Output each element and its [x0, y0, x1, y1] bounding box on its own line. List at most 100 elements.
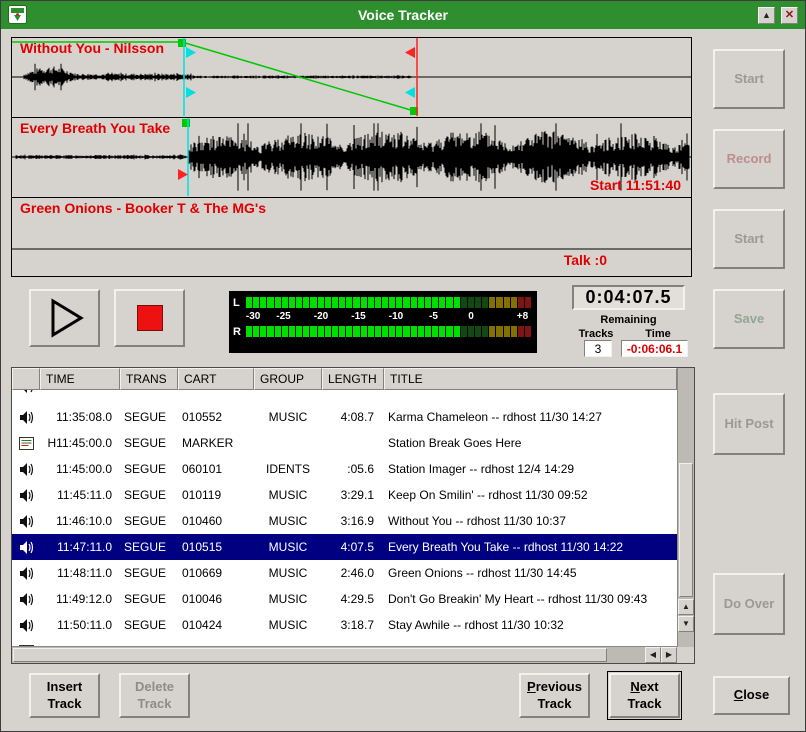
meter-segment: [389, 326, 395, 337]
meter-segment: [482, 297, 488, 308]
cell-length: :05.6: [322, 462, 384, 476]
cell-group: MUSIC: [254, 592, 322, 606]
column-header[interactable]: CART: [178, 368, 254, 390]
column-header[interactable]: LENGTH: [322, 368, 384, 390]
cell-title: Station Imager -- rdhost 12/4 14:29: [384, 462, 677, 476]
horizontal-scrollbar-thumb[interactable]: [13, 648, 607, 662]
remaining-label: Remaining: [572, 314, 685, 326]
meter-segment: [339, 297, 345, 308]
stop-button[interactable]: [114, 289, 185, 347]
meter-segment: [461, 326, 467, 337]
column-header[interactable]: [12, 368, 40, 390]
track-panel-1[interactable]: Without You - Nilsson: [12, 38, 691, 118]
log-row[interactable]: 11:47:11.0SEGUE010515MUSIC4:07.5Every Br…: [12, 534, 677, 560]
do-over-button[interactable]: Do Over: [713, 573, 785, 635]
track-title: Green Onions - Booker T & The MG's: [20, 200, 266, 216]
log-row[interactable]: 11:35:08.0SEGUE010552MUSIC4:08.7Karma Ch…: [12, 404, 677, 430]
start-2-button[interactable]: Start: [713, 209, 785, 269]
meter-segment: [439, 297, 445, 308]
track-panel-2[interactable]: Every Breath You Take Start 11:51:40: [12, 118, 691, 198]
meter-segment: [296, 326, 302, 337]
vertical-scrollbar[interactable]: ▲ ▼: [677, 368, 694, 648]
meter-segment: [361, 297, 367, 308]
meter-scale-label: -5: [429, 311, 438, 322]
speaker-icon: [12, 390, 40, 394]
log-row[interactable]: 11:49:12.0SEGUE010046MUSIC4:29.5Don't Go…: [12, 586, 677, 612]
cell-group: MUSIC: [254, 488, 322, 502]
log-row[interactable]: 11:45:00.0SEGUE060101IDENTS:05.6Station …: [12, 456, 677, 482]
scroll-up-icon[interactable]: ▲: [678, 599, 694, 615]
meter-segment: [310, 297, 316, 308]
meter-scale-label: -30: [246, 311, 260, 322]
cell-title: Station Break Goes Here: [384, 436, 677, 450]
meter-segment: [396, 326, 402, 337]
close-button[interactable]: Close: [713, 676, 790, 715]
save-button[interactable]: Save: [713, 289, 785, 349]
meter-segment: [446, 326, 452, 337]
log-row[interactable]: 11:45:11.0SEGUE010119MUSIC3:29.1Keep On …: [12, 482, 677, 508]
cell-title: Stay Awhile -- rdhost 11/30 10:32: [384, 618, 677, 632]
titlebar[interactable]: Voice Tracker ▲ ✕: [1, 1, 805, 29]
tracks-label: Tracks: [570, 328, 622, 340]
play-button[interactable]: [29, 289, 100, 347]
start-1-button[interactable]: Start: [713, 49, 785, 109]
meter-segment: [282, 326, 288, 337]
vertical-scrollbar-thumb[interactable]: [679, 463, 693, 597]
insert-track-button[interactable]: Insert Track: [29, 673, 100, 718]
log-row[interactable]: 11:46:10.0SEGUE010460MUSIC3:16.9Without …: [12, 508, 677, 534]
previous-track-button[interactable]: Previous Track: [519, 673, 590, 718]
cell-cart: 010669: [178, 566, 254, 580]
meter-segment: [496, 297, 502, 308]
hit-post-button[interactable]: Hit Post: [713, 393, 785, 455]
window-title: Voice Tracker: [1, 7, 805, 23]
meter-segment: [432, 297, 438, 308]
meter-segment: [525, 326, 531, 337]
meter-segment: [396, 297, 402, 308]
meter-segment: [253, 297, 259, 308]
column-header[interactable]: TITLE: [384, 368, 677, 390]
speaker-icon: [12, 514, 40, 529]
end-marker-icon: [405, 47, 415, 58]
cell-length: 4:29.5: [322, 592, 384, 606]
track-panel-3[interactable]: Green Onions - Booker T & The MG's Talk …: [12, 198, 691, 276]
cell-time: 11:47:11.0: [40, 540, 120, 554]
pin-icon[interactable]: ▲: [758, 7, 775, 24]
meter-scale-label: -25: [276, 311, 290, 322]
cell-length: 2:46.0: [322, 566, 384, 580]
speaker-icon: [12, 488, 40, 503]
meter-segment: [403, 297, 409, 308]
tracks-remaining-value: 3: [584, 340, 612, 357]
cell-title: Green Onions -- rdhost 11/30 14:45: [384, 566, 677, 580]
meter-segment: [260, 297, 266, 308]
speaker-icon: [12, 566, 40, 581]
close-icon[interactable]: ✕: [781, 7, 798, 24]
column-header[interactable]: GROUP: [254, 368, 322, 390]
cell-trans: SEGUE: [120, 488, 178, 502]
scroll-right-icon[interactable]: ▶: [661, 647, 677, 663]
meter-segment: [353, 326, 359, 337]
cell-trans: SEGUE: [120, 618, 178, 632]
meter-segment: [318, 297, 324, 308]
scroll-down-icon[interactable]: ▼: [678, 616, 694, 632]
cell-trans: SEGUE: [120, 540, 178, 554]
next-track-button[interactable]: Next Track: [609, 673, 680, 718]
meter-segment: [489, 326, 495, 337]
speaker-icon: [12, 618, 40, 633]
log-row[interactable]: [12, 390, 677, 404]
meter-segment: [332, 297, 338, 308]
column-header[interactable]: TRANS: [120, 368, 178, 390]
log-row[interactable]: H11:45:00.0SEGUEMARKERStation Break Goes…: [12, 430, 677, 456]
column-header[interactable]: TIME: [40, 368, 120, 390]
horizontal-scrollbar[interactable]: ◀ ▶: [12, 646, 677, 663]
log-row[interactable]: 11:50:11.0SEGUE010424MUSIC3:18.7Stay Awh…: [12, 612, 677, 638]
speaker-icon: [12, 540, 40, 555]
meter-segment: [332, 326, 338, 337]
scroll-left-icon[interactable]: ◀: [645, 647, 661, 663]
meter-segment: [303, 297, 309, 308]
delete-track-button[interactable]: Delete Track: [119, 673, 190, 718]
meter-segment: [361, 326, 367, 337]
meter-segment: [382, 297, 388, 308]
meter-segment: [525, 297, 531, 308]
record-button[interactable]: Record: [713, 129, 785, 189]
log-row[interactable]: 11:48:11.0SEGUE010669MUSIC2:46.0Green On…: [12, 560, 677, 586]
